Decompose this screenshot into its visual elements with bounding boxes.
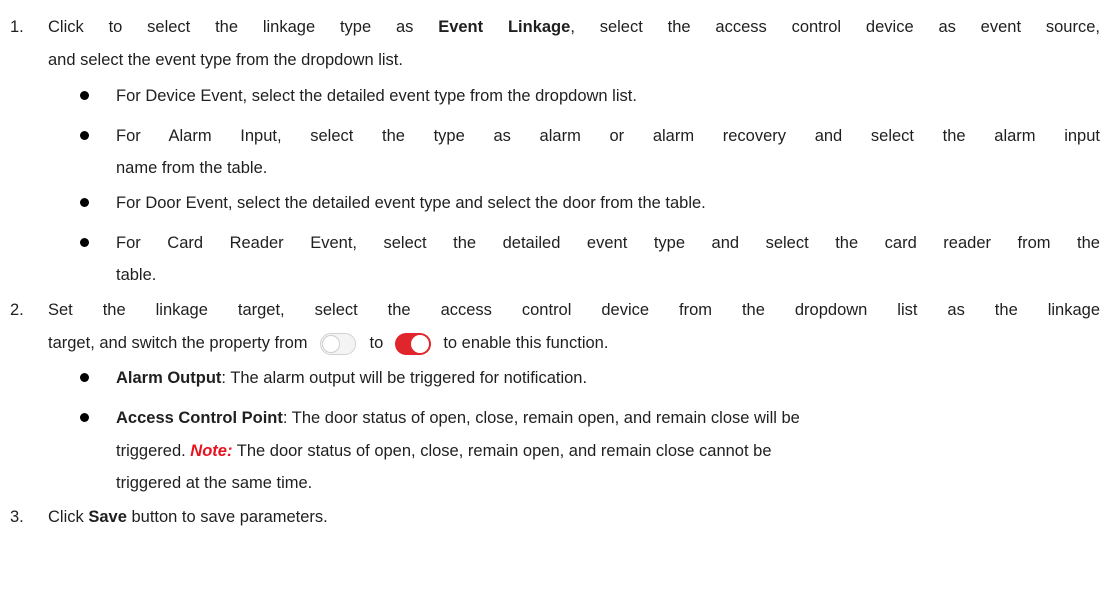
step-number: 1.: [10, 18, 24, 36]
bullet-icon: [80, 238, 89, 247]
note-label: Note:: [190, 442, 233, 460]
bullet-icon: [80, 91, 89, 100]
step-number: 3.: [10, 508, 24, 526]
bullet-access-control-point-line-2: triggered. Note: The door status of open…: [116, 442, 772, 460]
step-1-line-1: Click to select the linkage type as Even…: [48, 18, 1100, 36]
bullet-card-reader-line-1: For Card Reader Event, select the detail…: [116, 234, 1100, 252]
step-3-line: Click Save button to save parameters.: [48, 508, 328, 526]
step-1-line-2: and select the event type from the dropd…: [48, 51, 403, 69]
bullet-alarm-input-line-1: For Alarm Input, select the type as alar…: [116, 127, 1100, 145]
step-2-line-2: target, and switch the property from to to…: [48, 332, 608, 355]
document-page: 1. Click to select the linkage type as E…: [0, 0, 1109, 616]
toggle-off-icon: [319, 332, 356, 355]
bullet-alarm-input-line-2: name from the table.: [116, 159, 268, 177]
bullet-icon: [80, 131, 89, 140]
bullet-alarm-output: Alarm Output: The alarm output will be t…: [116, 369, 588, 387]
step-2-line-1: Set the linkage target, select the acces…: [48, 301, 1100, 319]
bullet-access-control-point-line-1: Access Control Point: The door status of…: [116, 409, 800, 427]
bullet-access-control-point-line-3: triggered at the same time.: [116, 474, 313, 492]
toggle-on-icon: [395, 332, 432, 355]
bullet-door-event: For Door Event, select the detailed even…: [116, 194, 706, 212]
bullet-icon: [80, 198, 89, 207]
save-term: Save: [88, 508, 127, 526]
event-linkage-term: Event Linkage: [438, 18, 571, 36]
bullet-device-event: For Device Event, select the detailed ev…: [116, 87, 637, 105]
bullet-icon: [80, 373, 89, 382]
step-number: 2.: [10, 301, 24, 319]
bullet-card-reader-line-2: table.: [116, 266, 157, 284]
bullet-icon: [80, 413, 89, 422]
